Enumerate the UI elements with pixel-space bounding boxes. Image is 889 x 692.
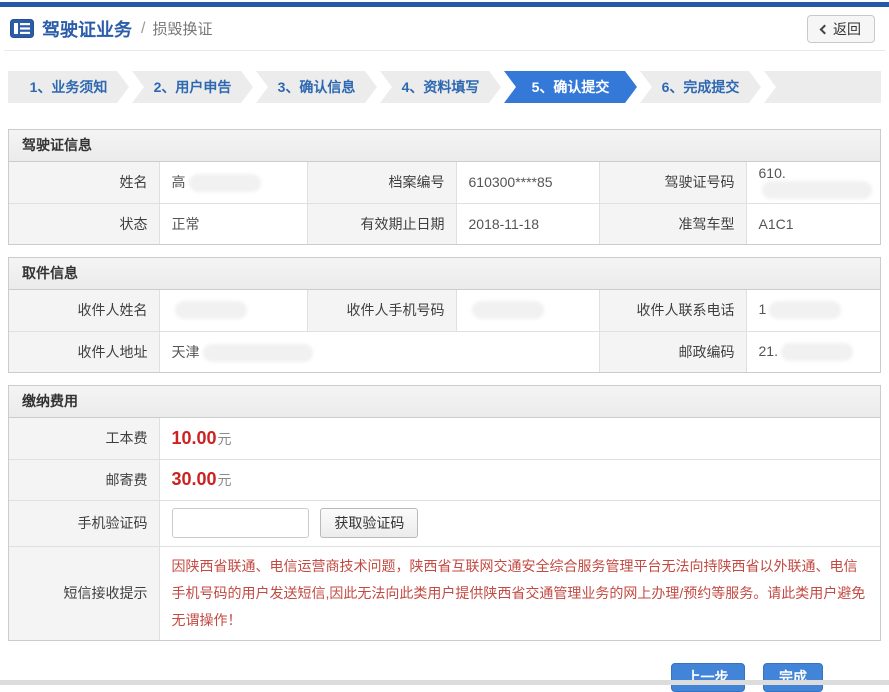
- table-row: 状态 正常 有效期止日期 2018-11-18 准驾车型 A1C1: [9, 203, 880, 244]
- footer-actions: 上一步 完成: [0, 663, 823, 692]
- field-label: 有效期止日期: [307, 203, 456, 244]
- page-header: 驾驶证业务 / 损毁换证 返回: [4, 7, 885, 51]
- finish-button[interactable]: 完成: [763, 663, 823, 692]
- field-label: 收件人手机号码: [307, 290, 456, 331]
- breadcrumb-current: 损毁换证: [152, 18, 212, 39]
- step-6-done[interactable]: 6、完成提交: [640, 71, 761, 103]
- back-chevron-icon: [820, 24, 830, 34]
- sms-code-input[interactable]: [172, 508, 309, 538]
- table-row: 短信接收提示 因陕西省联通、电信运营商技术问题，陕西省互联网交通安全综合服务管理…: [9, 546, 880, 640]
- redaction-blur: [203, 344, 313, 362]
- section-title: 取件信息: [9, 258, 880, 290]
- sms-notice-text: 因陕西省联通、电信运营商技术问题，陕西省互联网交通安全综合服务管理平台无法向持陕…: [159, 546, 880, 640]
- fee-amount: 30.00: [172, 469, 217, 489]
- step-wizard: 1、业务须知 2、用户申告 3、确认信息 4、资料填写 5、确认提交 6、完成提…: [8, 71, 881, 103]
- back-button-label: 返回: [833, 19, 861, 39]
- field-label: 收件人地址: [9, 331, 159, 372]
- field-value-recipient-phone: 1: [746, 290, 880, 331]
- pickup-info-table: 收件人姓名 收件人手机号码 收件人联系电话 1 收件人地址 天津 邮政编码 21…: [9, 290, 880, 372]
- previous-step-button[interactable]: 上一步: [671, 663, 745, 692]
- section-title: 缴纳费用: [9, 386, 880, 418]
- field-label: 姓名: [9, 162, 159, 203]
- table-row: 邮寄费 30.00元: [9, 459, 880, 500]
- field-label: 工本费: [9, 418, 159, 459]
- step-2-declaration[interactable]: 2、用户申告: [132, 71, 253, 103]
- menu-card-icon: [10, 19, 34, 38]
- redaction-blur: [472, 301, 544, 319]
- section-title: 驾驶证信息: [9, 130, 880, 162]
- field-label: 邮政编码: [599, 331, 746, 372]
- field-label: 邮寄费: [9, 459, 159, 500]
- fee-amount: 10.00: [172, 428, 217, 448]
- table-row: 收件人姓名 收件人手机号码 收件人联系电话 1: [9, 290, 880, 331]
- field-label: 驾驶证号码: [599, 162, 746, 203]
- field-label: 档案编号: [307, 162, 456, 203]
- field-value-recipient-name: [159, 290, 307, 331]
- license-info-table: 姓名 高 档案编号 610300****85 驾驶证号码 610. 状态 正常 …: [9, 162, 880, 244]
- section-pickup-info: 取件信息 收件人姓名 收件人手机号码 收件人联系电话 1 收件人地址 天津 邮政…: [8, 257, 881, 373]
- get-sms-code-button[interactable]: 获取验证码: [320, 508, 418, 538]
- step-1-notice[interactable]: 1、业务须知: [8, 71, 129, 103]
- field-value-recipient-address: 天津: [159, 331, 599, 372]
- fees-table: 工本费 10.00元 邮寄费 30.00元 手机验证码 获取验证码 短信接收提示…: [9, 418, 880, 640]
- fee-unit: 元: [218, 472, 232, 488]
- table-row: 收件人地址 天津 邮政编码 21.: [9, 331, 880, 372]
- fee-unit: 元: [218, 431, 232, 447]
- field-label: 状态: [9, 203, 159, 244]
- field-value-name: 高: [159, 162, 307, 203]
- field-value-status: 正常: [159, 203, 307, 244]
- step-4-fill-data[interactable]: 4、资料填写: [380, 71, 501, 103]
- table-row: 工本费 10.00元: [9, 418, 880, 459]
- field-label: 手机验证码: [9, 500, 159, 546]
- redaction-blur: [781, 343, 853, 361]
- breadcrumb-separator: /: [141, 20, 145, 38]
- field-label: 收件人姓名: [9, 290, 159, 331]
- field-value-vehicle-class: A1C1: [746, 203, 880, 244]
- section-fees: 缴纳费用 工本费 10.00元 邮寄费 30.00元 手机验证码 获取验证码 短…: [8, 385, 881, 641]
- field-value-postal-code: 21.: [746, 331, 880, 372]
- field-value-license-number: 610.: [746, 162, 880, 203]
- field-value-expiry-date: 2018-11-18: [456, 203, 599, 244]
- field-label: 收件人联系电话: [599, 290, 746, 331]
- step-5-confirm-submit[interactable]: 5、确认提交: [504, 71, 637, 103]
- field-value-file-number: 610300****85: [456, 162, 599, 203]
- back-button[interactable]: 返回: [807, 15, 875, 43]
- field-label: 准驾车型: [599, 203, 746, 244]
- field-value-mailing-fee: 30.00元: [159, 459, 880, 500]
- field-label: 短信接收提示: [9, 546, 159, 640]
- redaction-blur: [175, 301, 247, 319]
- table-row: 手机验证码 获取验证码: [9, 500, 880, 546]
- section-license-info: 驾驶证信息 姓名 高 档案编号 610300****85 驾驶证号码 610. …: [8, 129, 881, 245]
- page-title: 驾驶证业务: [42, 16, 132, 42]
- redaction-blur: [769, 301, 841, 319]
- step-3-confirm-info[interactable]: 3、确认信息: [256, 71, 377, 103]
- captcha-row: 获取验证码: [159, 500, 880, 546]
- table-row: 姓名 高 档案编号 610300****85 驾驶证号码 610.: [9, 162, 880, 203]
- field-value-recipient-mobile: [456, 290, 599, 331]
- step-bar-filler: [764, 71, 881, 103]
- redaction-blur: [189, 174, 261, 192]
- field-value-production-fee: 10.00元: [159, 418, 880, 459]
- redaction-blur: [762, 181, 872, 199]
